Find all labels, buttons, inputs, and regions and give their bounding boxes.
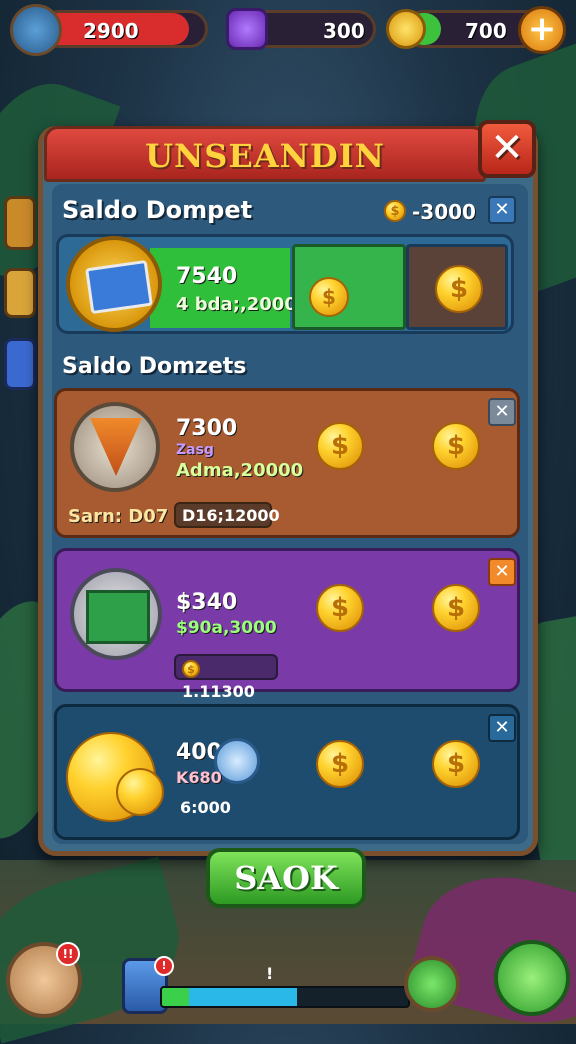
close-icon: ✕	[490, 125, 524, 171]
card1-bottom-label: Sarn: D07	[68, 506, 169, 527]
gold-coin-pile-icon	[66, 722, 166, 822]
card3-detail: K680	[176, 768, 222, 787]
progress-marker: !	[266, 964, 274, 983]
wallet-card-detail: 4 bda;,20000	[176, 294, 310, 315]
coin-stack-icon: $	[309, 277, 349, 317]
close-icon: ✕	[494, 561, 510, 582]
gold-coin-icon	[386, 9, 426, 49]
plus-icon: +	[527, 9, 557, 49]
player-portrait-icon[interactable]	[10, 4, 62, 56]
card1-label: Zasg	[176, 442, 214, 458]
coin-icon: $	[435, 265, 483, 313]
shield-emblem-icon	[70, 402, 160, 492]
close-icon: ✕	[494, 717, 510, 738]
card1-value: 7300	[176, 416, 238, 441]
shop-button[interactable]	[494, 940, 570, 1016]
chest-notification-badge: !	[154, 956, 174, 976]
card1-coin-2[interactable]: $	[432, 422, 480, 470]
health-value: 2900	[83, 19, 139, 43]
balance-coin-icon: $	[384, 200, 406, 222]
panel-title: UNSEANDIN	[145, 137, 385, 175]
card1-close-button[interactable]: ✕	[488, 398, 516, 426]
side-tab-map[interactable]	[4, 196, 36, 250]
side-tab-chest[interactable]	[4, 268, 36, 318]
card3-coin-1[interactable]: $	[316, 740, 364, 788]
profile-notification-badge: !!	[56, 942, 80, 966]
wallet-section-close-button[interactable]: ✕	[488, 196, 516, 224]
top-resource-bar: 2900 300 700 +	[0, 0, 576, 62]
gem-value: 300	[323, 19, 365, 43]
wallet-balance: -3000	[412, 200, 476, 224]
panel-close-button[interactable]: ✕	[478, 120, 536, 178]
close-icon: ✕	[494, 401, 510, 422]
card3-coin-2[interactable]: $	[432, 740, 480, 788]
card3-close-button[interactable]: ✕	[488, 714, 516, 742]
xp-progress-bar	[160, 986, 410, 1008]
character-portrait-icon	[70, 568, 162, 660]
gem-shield-icon	[226, 8, 268, 50]
add-gold-button[interactable]: +	[518, 6, 566, 54]
wallet-slot-coin-stack[interactable]: $	[292, 244, 406, 330]
panel-title-bar: UNSEANDIN	[44, 126, 486, 182]
map-leaf-button[interactable]	[404, 956, 460, 1012]
wallet-section-label: Saldo Dompet	[62, 196, 253, 224]
gold-value: 700	[465, 19, 507, 43]
card2-pill: $ 1.11300	[174, 654, 278, 701]
saok-button[interactable]: SAOK	[206, 848, 366, 908]
card2-coin-2[interactable]: $	[432, 584, 480, 632]
saok-button-label: SAOK	[234, 859, 338, 897]
card2-value: $340	[176, 590, 238, 615]
card1-pill: D16;12000	[174, 502, 280, 528]
card1-detail: Adma,20000	[176, 460, 304, 481]
health-bar: 2900	[40, 10, 208, 48]
wallet-card-value: 7540	[176, 264, 238, 289]
wallets-section-label: Saldo Domzets	[62, 354, 247, 379]
card2-close-button[interactable]: ✕	[488, 558, 516, 586]
card2-detail: $90a,3000	[176, 618, 277, 638]
card1-coin-1[interactable]: $	[316, 422, 364, 470]
side-tab-book[interactable]	[4, 338, 36, 390]
wallet-slot-coin[interactable]: $	[406, 244, 508, 330]
map-scroll-icon	[66, 236, 162, 332]
card2-coin-1[interactable]: $	[316, 584, 364, 632]
close-icon: ✕	[494, 199, 510, 220]
card3-pill: 6:000	[180, 798, 231, 817]
coin-icon: $	[182, 659, 200, 678]
